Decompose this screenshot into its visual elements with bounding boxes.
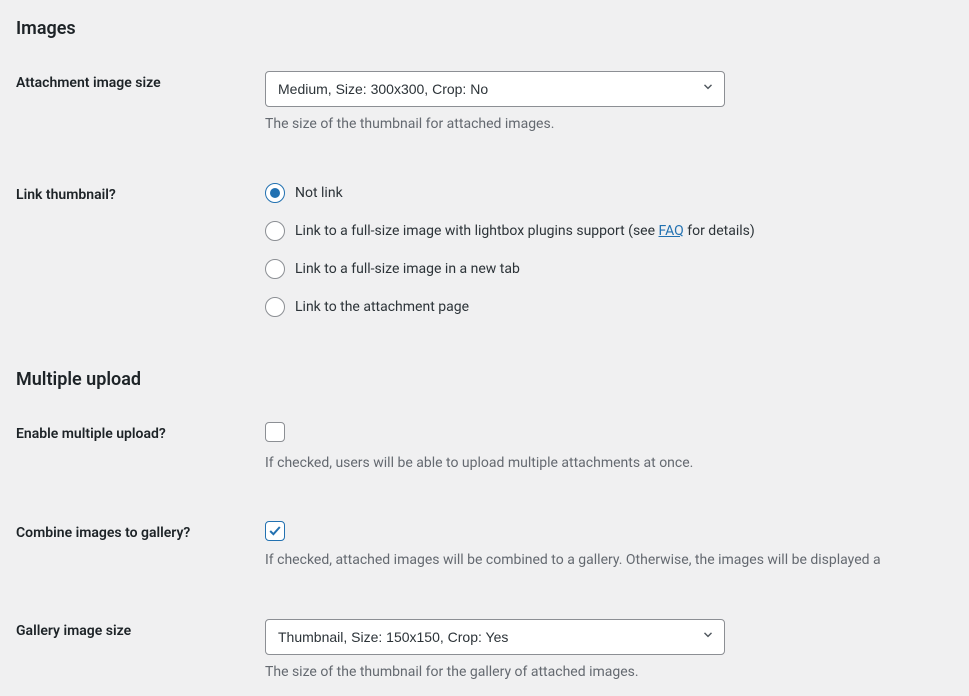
row-enable-multiple-upload: Enable multiple upload? If checked, user…	[0, 408, 969, 488]
field-enable-multiple-upload: If checked, users will be able to upload…	[265, 422, 969, 474]
radio-icon	[265, 297, 285, 317]
help-enable-multiple-upload: If checked, users will be able to upload…	[265, 454, 969, 474]
label-gallery-image-size: Gallery image size	[16, 619, 265, 639]
radio-icon	[265, 221, 285, 241]
checkbox-combine-gallery[interactable]	[265, 521, 285, 541]
field-attachment-image-size: Medium, Size: 300x300, Crop: No The size…	[265, 71, 969, 135]
text-suffix: for details)	[684, 223, 755, 239]
row-attachment-image-size: Attachment image size Medium, Size: 300x…	[0, 57, 969, 149]
radio-option-new-tab[interactable]: Link to a full-size image in a new tab	[265, 259, 969, 279]
row-combine-gallery: Combine images to gallery? If checked, a…	[0, 507, 969, 585]
radio-label-attachment-page: Link to the attachment page	[295, 299, 469, 315]
select-wrap-gallery-size: Thumbnail, Size: 150x150, Crop: Yes	[265, 619, 725, 655]
multiple-upload-heading: Multiple upload	[0, 351, 969, 408]
label-attachment-image-size: Attachment image size	[16, 71, 265, 91]
select-gallery-image-size[interactable]: Thumbnail, Size: 150x150, Crop: Yes	[265, 619, 725, 655]
radio-icon	[265, 259, 285, 279]
radio-label-lightbox: Link to a full-size image with lightbox …	[295, 223, 755, 239]
help-attachment-image-size: The size of the thumbnail for attached i…	[265, 115, 969, 135]
faq-link[interactable]: FAQ	[659, 223, 684, 239]
radio-label-not-link: Not link	[295, 185, 343, 201]
field-gallery-image-size: Thumbnail, Size: 150x150, Crop: Yes The …	[265, 619, 969, 683]
text-prefix: Link to a full-size image with lightbox …	[295, 223, 659, 239]
help-combine-gallery: If checked, attached images will be comb…	[265, 551, 969, 571]
select-wrap-attachment-size: Medium, Size: 300x300, Crop: No	[265, 71, 725, 107]
select-attachment-image-size[interactable]: Medium, Size: 300x300, Crop: No	[265, 71, 725, 107]
row-link-thumbnail: Link thumbnail? Not link Link to a full-…	[0, 169, 969, 331]
label-combine-gallery: Combine images to gallery?	[16, 521, 265, 541]
field-combine-gallery: If checked, attached images will be comb…	[265, 521, 969, 571]
label-link-thumbnail: Link thumbnail?	[16, 183, 265, 203]
checkbox-enable-multiple-upload[interactable]	[265, 422, 285, 442]
radio-option-not-link[interactable]: Not link	[265, 183, 969, 203]
radio-icon	[265, 183, 285, 203]
field-link-thumbnail: Not link Link to a full-size image with …	[265, 183, 969, 317]
settings-form: Images Attachment image size Medium, Siz…	[0, 0, 969, 696]
label-enable-multiple-upload: Enable multiple upload?	[16, 422, 265, 442]
radio-option-lightbox[interactable]: Link to a full-size image with lightbox …	[265, 221, 969, 241]
images-heading: Images	[0, 0, 969, 57]
radio-label-new-tab: Link to a full-size image in a new tab	[295, 261, 520, 277]
radio-option-attachment-page[interactable]: Link to the attachment page	[265, 297, 969, 317]
help-gallery-image-size: The size of the thumbnail for the galler…	[265, 663, 969, 683]
row-gallery-image-size: Gallery image size Thumbnail, Size: 150x…	[0, 605, 969, 696]
radio-group-link-thumbnail: Not link Link to a full-size image with …	[265, 183, 969, 317]
